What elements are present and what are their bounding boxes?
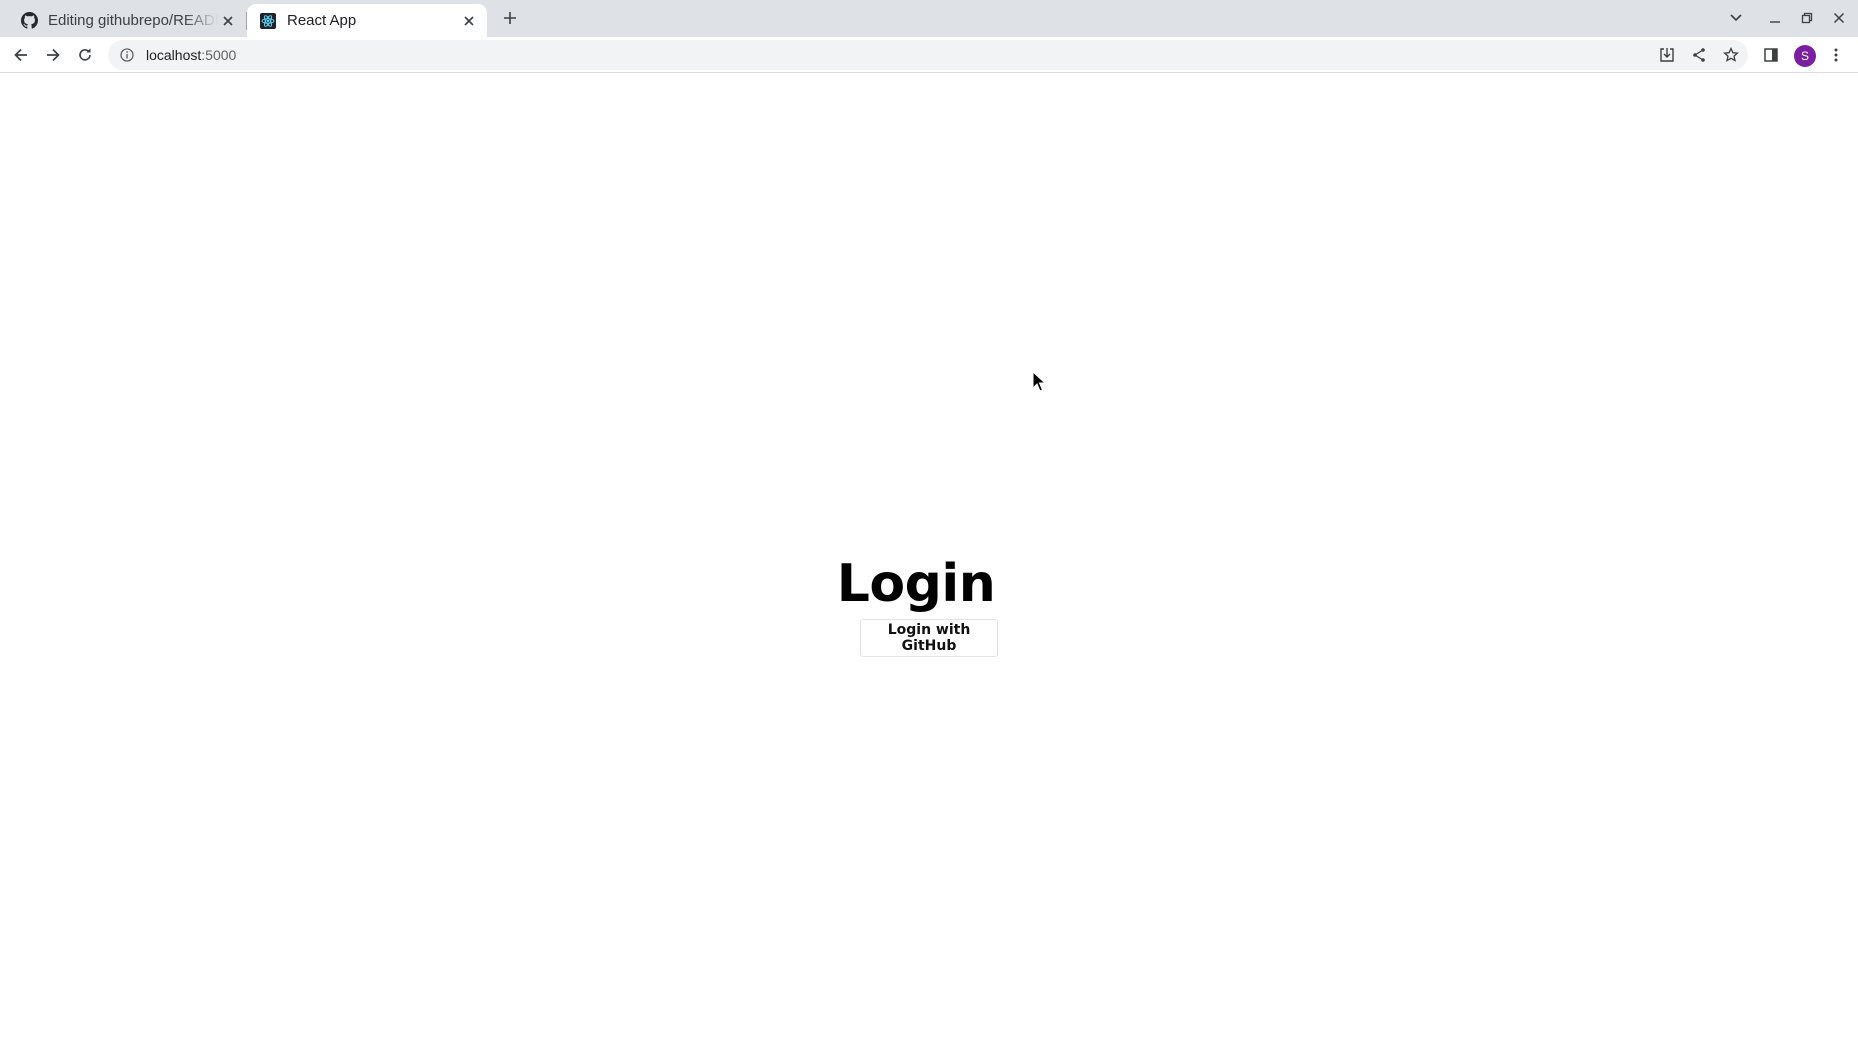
restore-icon: [1801, 12, 1813, 24]
tab-strip: Editing githubrepo/README.md React App: [0, 0, 1858, 37]
side-panel-icon: [1764, 48, 1778, 62]
menu-button[interactable]: [1823, 42, 1849, 68]
plus-icon: [504, 12, 516, 24]
page-viewport: Login Login with GitHub: [0, 74, 1858, 1053]
tab-search-button[interactable]: [1724, 6, 1748, 30]
tab-label: React App: [287, 12, 357, 29]
restore-button[interactable]: [1795, 6, 1819, 30]
close-icon[interactable]: [218, 11, 238, 31]
login-with-github-button[interactable]: Login with GitHub: [860, 619, 998, 657]
site-info-icon[interactable]: [118, 46, 136, 64]
tab-editing-readme[interactable]: Editing githubrepo/README.md: [10, 4, 246, 37]
forward-button[interactable]: [40, 42, 66, 68]
share-button[interactable]: [1686, 42, 1712, 68]
tab-react-app[interactable]: React App: [247, 4, 487, 37]
back-button[interactable]: [8, 42, 34, 68]
side-panel-button[interactable]: [1758, 42, 1784, 68]
more-vert-icon: [1834, 48, 1838, 62]
url-host: localhost: [146, 47, 202, 63]
share-icon: [1693, 48, 1705, 62]
page-title: Login: [836, 554, 996, 614]
url-text: localhost:5000: [146, 47, 236, 63]
url-port: :5000: [201, 47, 237, 63]
close-window-button[interactable]: [1827, 6, 1851, 30]
reload-icon: [79, 48, 91, 61]
close-icon: [1833, 12, 1845, 24]
react-icon: [259, 12, 277, 30]
new-tab-button[interactable]: [498, 6, 522, 30]
address-bar[interactable]: localhost:5000: [108, 40, 1748, 70]
reload-button[interactable]: [72, 42, 98, 68]
chevron-down-icon: [1730, 14, 1742, 22]
bookmark-button[interactable]: [1718, 42, 1744, 68]
github-icon: [20, 12, 38, 30]
install-icon: [1660, 48, 1674, 62]
arrow-right-icon: [47, 48, 60, 62]
browser-toolbar: localhost:5000 S: [0, 37, 1858, 73]
star-icon: [1723, 47, 1739, 62]
profile-avatar[interactable]: S: [1794, 45, 1816, 67]
minimize-icon: [1770, 21, 1780, 23]
arrow-left-icon: [14, 48, 27, 62]
minimize-button[interactable]: [1763, 6, 1787, 30]
close-icon[interactable]: [459, 11, 479, 31]
tab-label: Editing githubrepo/README.md: [48, 12, 218, 29]
install-app-button[interactable]: [1654, 42, 1680, 68]
mouse-cursor-icon: [1032, 371, 1046, 392]
